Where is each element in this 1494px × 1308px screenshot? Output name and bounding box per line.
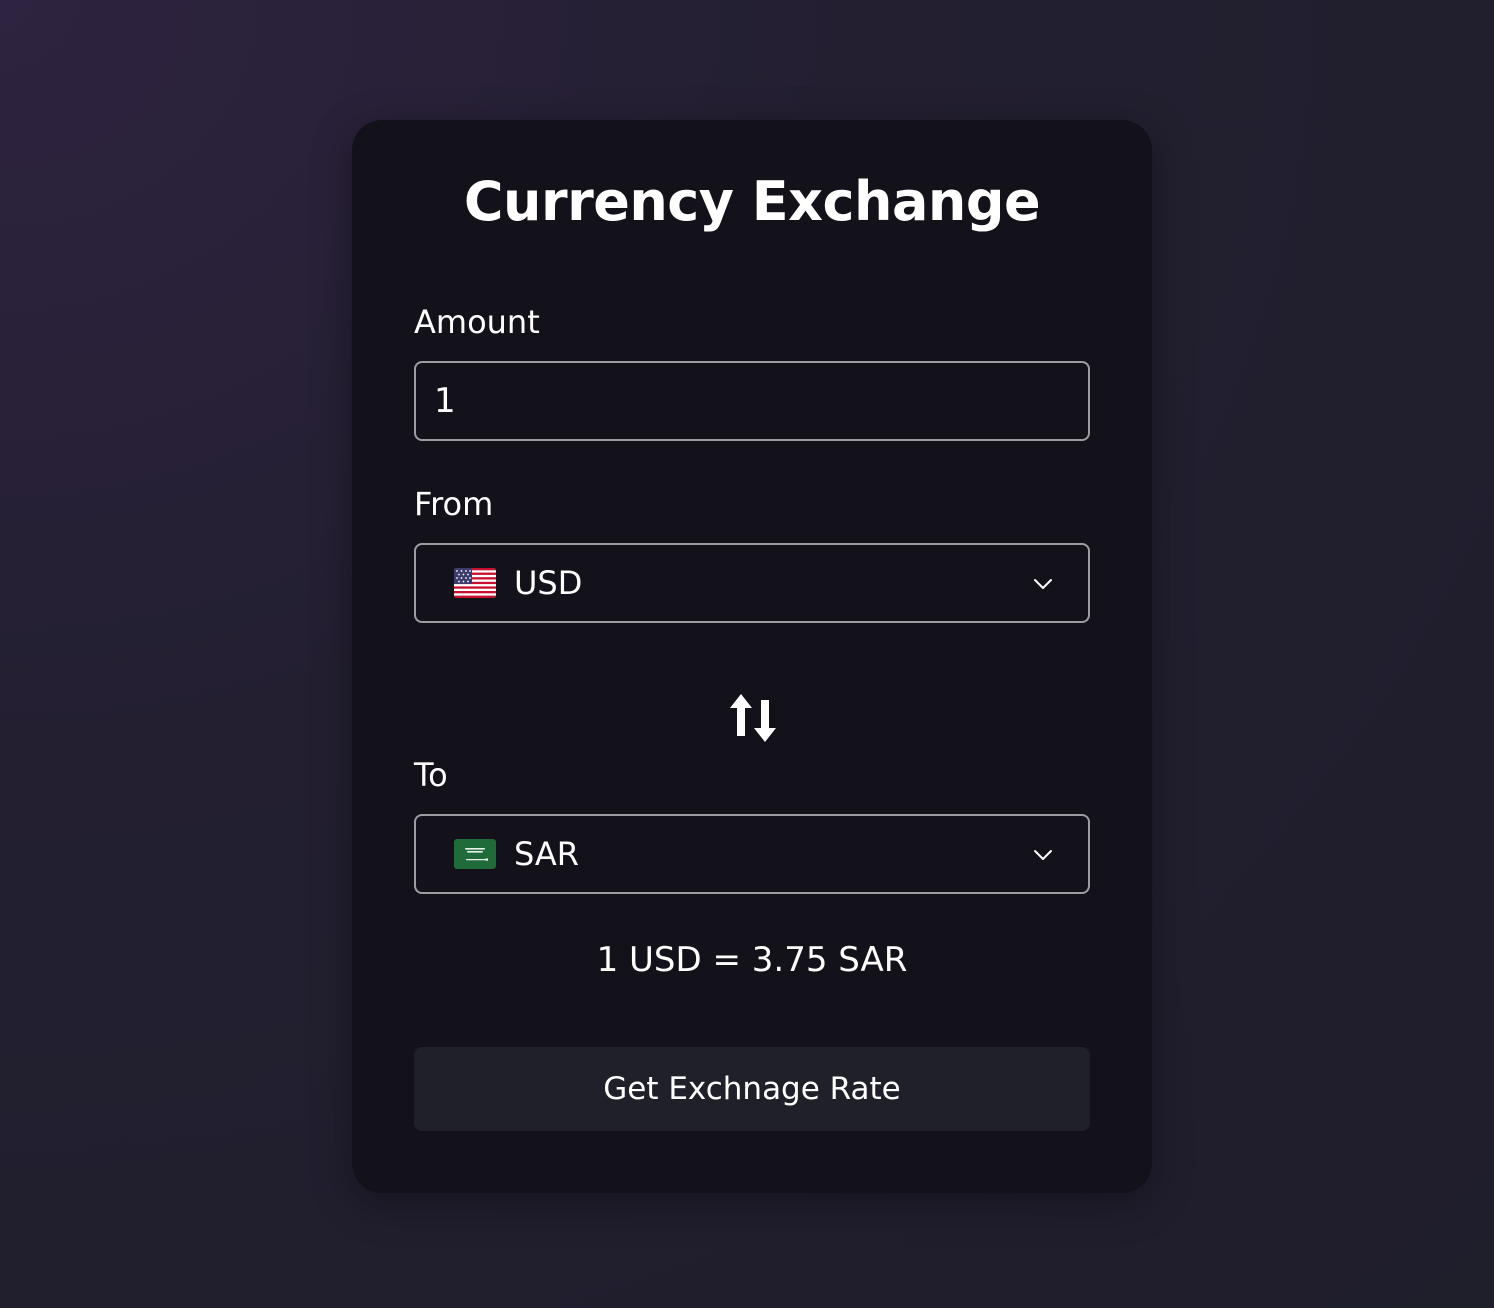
amount-field[interactable]	[414, 361, 1090, 441]
to-label: To	[414, 756, 448, 794]
swap-currencies-icon[interactable]	[728, 692, 778, 744]
amount-input[interactable]	[416, 363, 1088, 439]
from-label: From	[414, 485, 494, 523]
chevron-down-icon	[1034, 850, 1052, 860]
exchange-card: Currency Exchange Amount From	[352, 120, 1152, 1193]
from-currency-select[interactable]: USD	[414, 543, 1090, 623]
sa-flag-icon	[454, 839, 496, 869]
to-currency-code: SAR	[514, 835, 580, 873]
from-currency-code: USD	[514, 564, 583, 602]
page-title: Currency Exchange	[463, 170, 1041, 233]
exchange-rate-result: 1 USD = 3.75 SAR	[596, 940, 908, 980]
to-currency-select[interactable]: SAR	[414, 814, 1090, 894]
chevron-down-icon	[1034, 579, 1052, 589]
get-exchange-rate-button[interactable]: Get Exchnage Rate	[414, 1047, 1090, 1131]
amount-label: Amount	[414, 303, 540, 341]
us-flag-icon	[454, 568, 496, 598]
